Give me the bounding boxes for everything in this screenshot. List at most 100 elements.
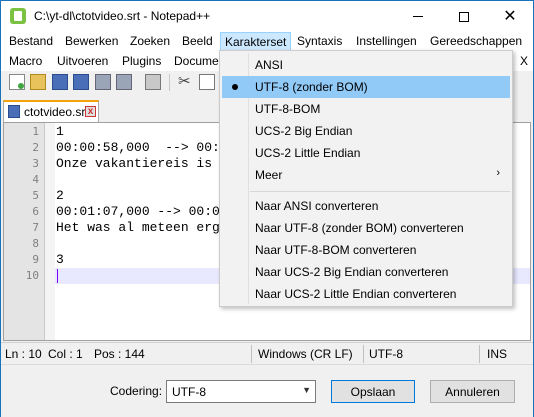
status-separator bbox=[251, 345, 252, 363]
coding-label: Codering: bbox=[110, 384, 163, 398]
menu-instellingen[interactable]: Instellingen bbox=[356, 34, 417, 48]
close-window-button[interactable]: ✕ bbox=[487, 1, 533, 32]
cut-icon[interactable] bbox=[177, 72, 193, 90]
code-line: 00:01:07,000 --> 00:0 bbox=[56, 204, 220, 219]
line-number: 4 bbox=[32, 173, 39, 186]
cancel-button[interactable]: Annuleren bbox=[430, 380, 515, 403]
copy-icon[interactable] bbox=[199, 74, 215, 90]
save-icon[interactable] bbox=[52, 74, 68, 90]
open-file-icon[interactable] bbox=[30, 74, 46, 90]
menu-item-label: UTF-8-BOM bbox=[255, 102, 321, 116]
status-insert-mode: INS bbox=[487, 347, 508, 361]
code-line: 2 bbox=[56, 188, 64, 203]
code-line: 1 bbox=[56, 124, 64, 139]
karakterset-dropdown: ANSI UTF-8 (zonder BOM) UTF-8-BOM UCS-2 … bbox=[219, 50, 513, 307]
menu-item-ucs2-big-endian[interactable]: UCS-2 Big Endian bbox=[222, 120, 510, 142]
tab-label: ctotvideo.srt bbox=[24, 105, 89, 119]
coding-select[interactable]: UTF-8 ▼ bbox=[166, 380, 316, 403]
menu-item-label: Naar UCS-2 Big Endian converteren bbox=[255, 265, 449, 279]
menu-item-convert-utf8-bom[interactable]: Naar UTF-8-BOM converteren bbox=[222, 239, 510, 261]
menu-beeld[interactable]: Beeld bbox=[182, 34, 213, 48]
line-number: 3 bbox=[32, 157, 39, 170]
line-number: 10 bbox=[25, 269, 39, 282]
close-document-x[interactable]: X bbox=[520, 54, 528, 68]
menu-item-convert-ansi[interactable]: Naar ANSI converteren bbox=[222, 195, 510, 217]
menu-item-label: UCS-2 Big Endian bbox=[255, 124, 353, 138]
menu-bestand[interactable]: Bestand bbox=[9, 34, 53, 48]
line-number-gutter: 1 2 3 4 5 6 7 8 9 10 bbox=[4, 123, 45, 340]
menu-syntaxis[interactable]: Syntaxis bbox=[297, 34, 342, 48]
code-line: Onze vakantiereis is bbox=[56, 156, 213, 171]
code-line: Het was al meteen erg bbox=[56, 220, 220, 235]
code-line: 3 bbox=[56, 252, 64, 267]
title-bar: C:\yt-dl\ctotvideo.srt - Notepad++ ✕ bbox=[1, 1, 533, 32]
menu-plugins[interactable]: Plugins bbox=[122, 54, 161, 68]
line-number: 7 bbox=[32, 221, 39, 234]
menu-karakterset[interactable]: Karakterset bbox=[220, 32, 292, 52]
menu-separator bbox=[250, 191, 510, 192]
file-saved-icon bbox=[8, 105, 20, 118]
text-caret bbox=[57, 269, 58, 283]
status-bar: Ln : 10 Col : 1 Pos : 144 Windows (CR LF… bbox=[1, 342, 533, 364]
menu-item-label: ANSI bbox=[255, 58, 284, 72]
status-column: Col : 1 bbox=[48, 347, 83, 361]
maximize-button[interactable] bbox=[441, 1, 487, 32]
save-button[interactable]: Opslaan bbox=[331, 380, 415, 403]
toolbar-separator bbox=[169, 74, 170, 91]
close-file-icon[interactable] bbox=[95, 74, 111, 90]
maximize-icon bbox=[459, 11, 469, 22]
menu-item-convert-utf8[interactable]: Naar UTF-8 (zonder BOM) converteren bbox=[222, 217, 510, 239]
menu-item-label: Meer bbox=[255, 168, 283, 182]
line-number: 9 bbox=[32, 253, 39, 266]
menu-uitvoeren[interactable]: Uitvoeren bbox=[57, 54, 108, 68]
menu-item-label: Naar ANSI converteren bbox=[255, 199, 379, 213]
tab-close-icon[interactable]: x bbox=[85, 106, 96, 117]
menu-bewerken[interactable]: Bewerken bbox=[65, 34, 118, 48]
menu-item-ucs2-little-endian[interactable]: UCS-2 Little Endian bbox=[222, 142, 510, 164]
menu-item-meer[interactable]: Meer › bbox=[222, 164, 510, 186]
menu-item-utf8-bom[interactable]: UTF-8-BOM bbox=[222, 98, 510, 120]
menu-item-label: Naar UCS-2 Little Endian converteren bbox=[255, 287, 457, 301]
close-icon: ✕ bbox=[503, 7, 517, 25]
code-line: 00:00:58,000 --> 00: bbox=[56, 140, 220, 155]
notepad-plus-plus-icon bbox=[10, 8, 26, 24]
line-number: 2 bbox=[32, 141, 39, 154]
menu-documenten[interactable]: Docume bbox=[174, 54, 219, 68]
new-file-icon[interactable] bbox=[9, 74, 25, 90]
menu-zoeken[interactable]: Zoeken bbox=[130, 34, 170, 48]
status-separator bbox=[363, 345, 364, 363]
chevron-right-icon: › bbox=[496, 167, 500, 179]
status-position: Pos : 144 bbox=[94, 347, 145, 361]
menu-macro[interactable]: Macro bbox=[9, 54, 42, 68]
status-line: Ln : 10 bbox=[5, 347, 42, 361]
menu-item-label: UCS-2 Little Endian bbox=[255, 146, 361, 160]
menu-item-convert-ucs2-little[interactable]: Naar UCS-2 Little Endian converteren bbox=[222, 283, 510, 305]
menu-item-label: Naar UTF-8 (zonder BOM) converteren bbox=[255, 221, 464, 235]
save-all-icon[interactable] bbox=[73, 74, 89, 90]
menu-item-ansi[interactable]: ANSI bbox=[222, 54, 510, 76]
fold-margin bbox=[45, 123, 55, 340]
window-title: C:\yt-dl\ctotvideo.srt - Notepad++ bbox=[34, 9, 211, 23]
menu-item-label: Naar UTF-8-BOM converteren bbox=[255, 243, 417, 257]
coding-value: UTF-8 bbox=[172, 385, 206, 399]
menu-gereedschappen[interactable]: Gereedschappen bbox=[430, 34, 522, 48]
minimize-button[interactable] bbox=[395, 1, 441, 32]
selected-bullet-icon bbox=[232, 84, 238, 90]
menu-item-label: UTF-8 (zonder BOM) bbox=[255, 80, 368, 94]
menu-item-utf8-zonder-bom[interactable]: UTF-8 (zonder BOM) bbox=[222, 76, 510, 98]
chevron-down-icon: ▼ bbox=[302, 385, 311, 395]
save-dialog-bar: Codering: UTF-8 ▼ Opslaan Annuleren bbox=[1, 364, 533, 417]
close-all-icon[interactable] bbox=[116, 74, 132, 90]
line-number: 5 bbox=[32, 189, 39, 202]
status-eol: Windows (CR LF) bbox=[258, 347, 353, 361]
line-number: 1 bbox=[32, 125, 39, 138]
status-separator bbox=[479, 345, 480, 363]
menu-item-convert-ucs2-big[interactable]: Naar UCS-2 Big Endian converteren bbox=[222, 261, 510, 283]
tab-ctotvideo[interactable]: ctotvideo.srt x bbox=[3, 100, 99, 122]
notepad-window: C:\yt-dl\ctotvideo.srt - Notepad++ ✕ Bes… bbox=[0, 0, 534, 417]
minimize-icon bbox=[413, 16, 423, 17]
print-icon[interactable] bbox=[145, 74, 161, 90]
line-number: 8 bbox=[32, 237, 39, 250]
status-encoding: UTF-8 bbox=[369, 347, 403, 361]
line-number: 6 bbox=[32, 205, 39, 218]
